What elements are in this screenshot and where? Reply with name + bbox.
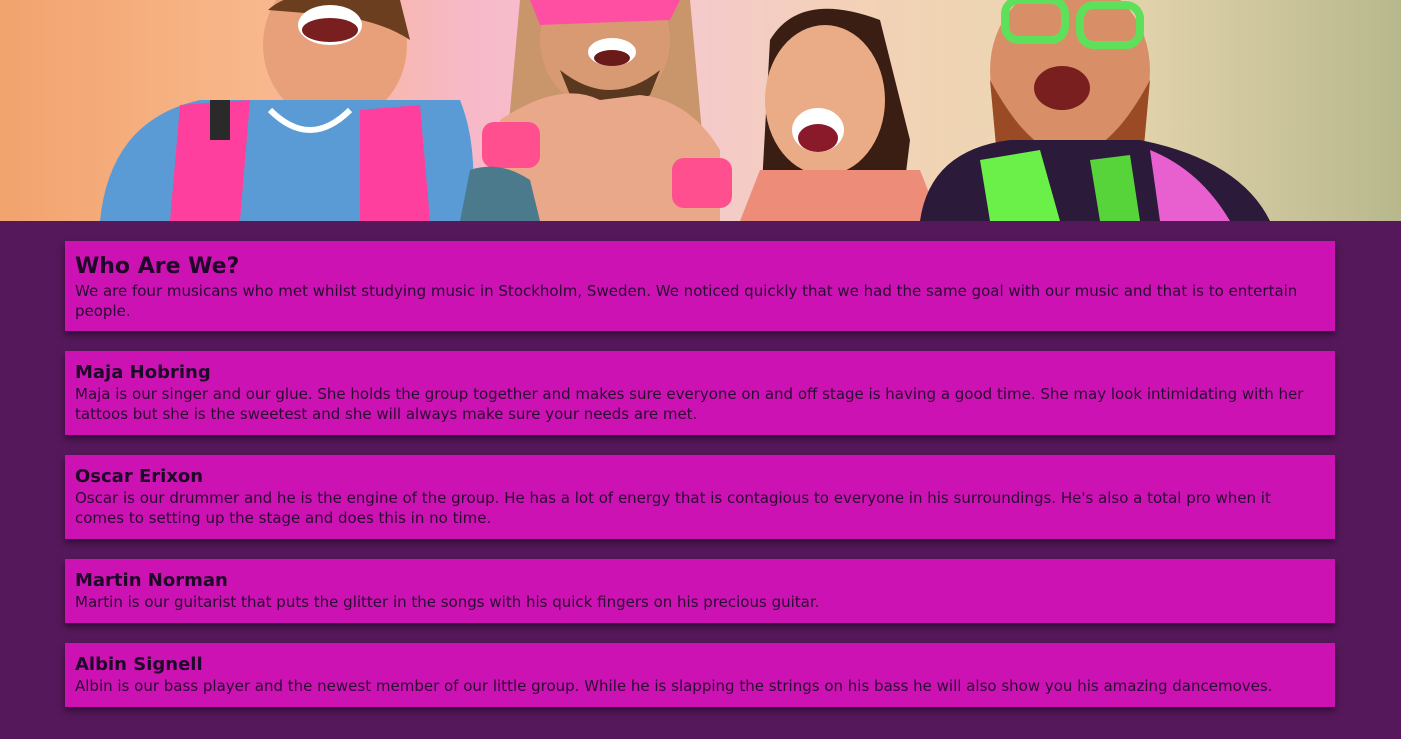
- person-1-figure: [100, 0, 474, 221]
- intro-card: Who Are We? We are four musicans who met…: [65, 241, 1335, 331]
- member-card-maja: Maja Hobring Maja is our singer and our …: [65, 351, 1335, 435]
- member-bio: Albin is our bass player and the newest …: [75, 677, 1273, 695]
- member-card-oscar: Oscar Erixon Oscar is our drummer and he…: [65, 455, 1335, 539]
- member-bio: Maja is our singer and our glue. She hol…: [75, 385, 1304, 423]
- member-card-albin: Albin Signell Albin is our bass player a…: [65, 643, 1335, 707]
- person-2-figure: [460, 0, 732, 221]
- intro-title: Who Are We?: [75, 254, 240, 279]
- member-name: Maja Hobring: [75, 362, 211, 383]
- member-name: Martin Norman: [75, 570, 228, 591]
- member-name: Albin Signell: [75, 654, 203, 675]
- member-bio: Oscar is our drummer and he is the engin…: [75, 489, 1271, 527]
- member-card-martin: Martin Norman Martin is our guitarist th…: [65, 559, 1335, 623]
- member-name: Oscar Erixon: [75, 466, 204, 487]
- person-3-figure: [740, 8, 940, 221]
- member-bio: Martin is our guitarist that puts the gl…: [75, 593, 820, 611]
- intro-text: We are four musicans who met whilst stud…: [75, 282, 1298, 320]
- person-4-figure: [920, 0, 1270, 221]
- band-photo: [100, 0, 1270, 221]
- hero-banner: [0, 0, 1401, 221]
- main-content: Who Are We? We are four musicans who met…: [65, 241, 1335, 727]
